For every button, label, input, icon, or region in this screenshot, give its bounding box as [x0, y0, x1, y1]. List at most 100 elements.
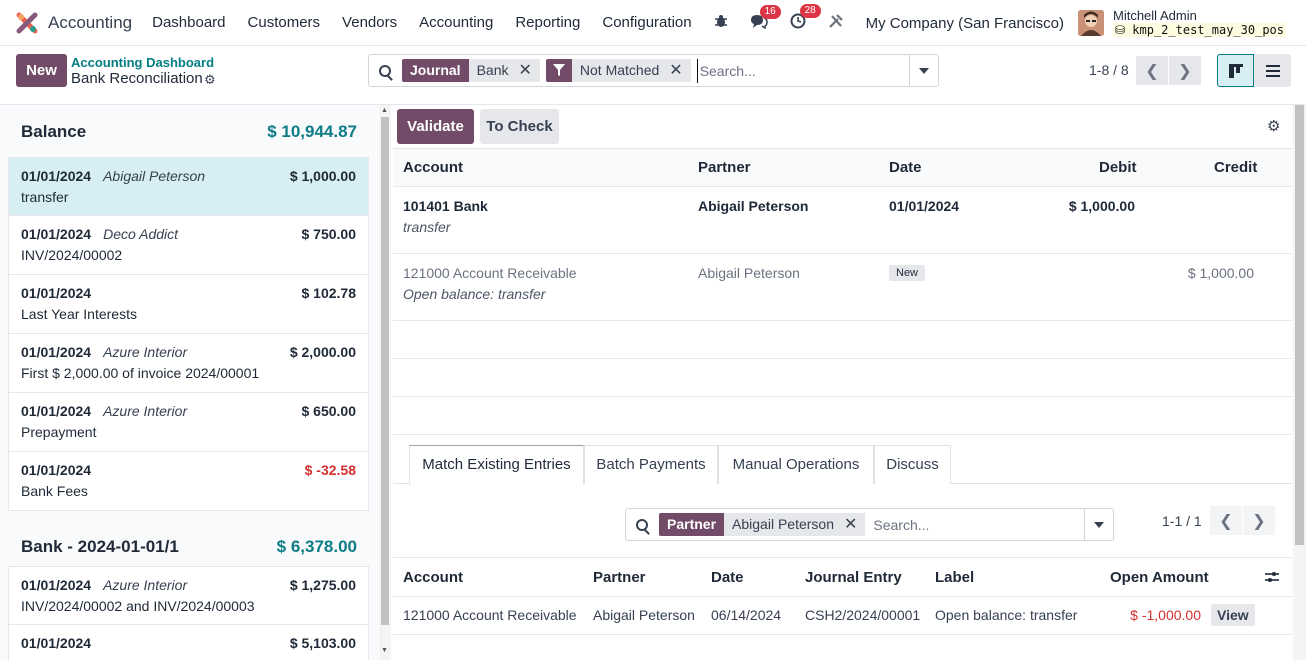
kanban-icon: [1228, 63, 1243, 78]
line-date: 01/01/2024: [21, 226, 92, 242]
statement-line[interactable]: 01/01/2024 Azure Interior $ 2,000.00 First…: [8, 334, 369, 393]
match-table-row[interactable]: 121000 Account Receivable Abigail Peters…: [393, 597, 1292, 635]
view-button[interactable]: View: [1211, 604, 1255, 626]
statement-line[interactable]: 01/01/2024 Azure Interior $ 1,275.00 INV/2…: [8, 566, 369, 625]
facet-value: Bank ✕: [468, 59, 540, 82]
top-navbar: Accounting Dashboard Customers Vendors A…: [0, 0, 1306, 46]
line-date: 01/01/2024: [21, 344, 92, 360]
search-bar: Journal Bank ✕ Not Matched ✕: [368, 54, 939, 87]
database-label: kmp_2_test_may_30_pos: [1132, 23, 1284, 37]
line-partner: Azure Interior: [103, 403, 188, 419]
search-icon: [379, 64, 391, 77]
activity-clock-icon[interactable]: 28: [790, 4, 821, 33]
search-facet-partner: Partner Abigail Peterson ✕: [659, 513, 866, 536]
row-label: Open balance: transfer: [935, 607, 1078, 623]
statement-line[interactable]: 01/01/2024 Abigail Peterson $ 1,000.00 tra…: [8, 157, 369, 216]
line-partner: Azure Interior: [103, 344, 188, 360]
user-avatar[interactable]: [1078, 10, 1104, 36]
left-scrollbar-thumb[interactable]: [381, 117, 389, 625]
validate-button[interactable]: Validate: [397, 109, 474, 144]
line-label: Prepayment: [21, 424, 97, 440]
to-check-button[interactable]: To Check: [480, 109, 559, 144]
facet-value: Not Matched ✕: [571, 59, 691, 82]
line-subtext: Open balance: transfer: [403, 286, 546, 302]
statement-line[interactable]: 01/01/2024 Azure Interior $ 650.00 Prepaym…: [8, 393, 369, 452]
line-partner: Abigail Peterson: [103, 168, 206, 184]
column-account: Account: [403, 159, 463, 176]
right-scrollbar-thumb[interactable]: [1295, 105, 1304, 545]
reconcile-line[interactable]: 121000 Account Receivable Open balance: …: [393, 254, 1292, 321]
menu-vendors[interactable]: Vendors: [342, 14, 397, 31]
menu-dashboard[interactable]: Dashboard: [152, 14, 225, 31]
match-search-options-toggle[interactable]: [1084, 509, 1113, 540]
tab-discuss[interactable]: Discuss: [874, 445, 951, 484]
menu-reporting[interactable]: Reporting: [515, 14, 580, 31]
match-search-input[interactable]: [871, 512, 1084, 537]
chevron-down-icon: [919, 67, 929, 74]
settings-gear-icon[interactable]: ⚙: [1267, 117, 1280, 135]
messages-icon[interactable]: 16: [750, 4, 781, 33]
column-partner: Partner: [593, 569, 646, 586]
action-gear-icon[interactable]: ⚙: [204, 72, 216, 88]
statement-line[interactable]: 01/01/2024 Deco Addict $ 750.00 INV/2024/0…: [8, 216, 369, 275]
reconciliation-panel: Validate To Check ⚙ Account Partner Date…: [393, 105, 1292, 660]
match-pager-value[interactable]: 1-1 / 1: [1162, 513, 1202, 529]
statement-line[interactable]: 01/01/2024 $ 5,103.00: [8, 625, 369, 660]
column-open-amount: Open Amount: [1110, 569, 1209, 586]
section-title: Bank - 2024-01-01/1: [21, 537, 179, 556]
facet-value-label: Bank: [476, 62, 509, 78]
tools-icon[interactable]: [828, 13, 844, 33]
search-options-toggle[interactable]: [909, 55, 938, 86]
line-date: 01/01/2024: [889, 198, 960, 214]
row-partner: Abigail Peterson: [593, 607, 695, 623]
app-brand[interactable]: Accounting: [16, 12, 152, 34]
facet-key: Partner: [659, 513, 725, 536]
menu-configuration[interactable]: Configuration: [602, 14, 691, 31]
reconcile-line[interactable]: 101401 Bank transfer Abigail Peterson 01…: [393, 187, 1292, 254]
column-journal-entry: Journal Entry: [805, 569, 902, 586]
row-date: 06/14/2024: [711, 607, 782, 623]
pager-next-button[interactable]: ❯: [1169, 56, 1201, 85]
user-name: Mitchell Admin: [1113, 8, 1197, 23]
line-label: INV/2024/00002 and INV/2024/00003: [21, 598, 255, 614]
column-account: Account: [403, 569, 463, 586]
menu-customers[interactable]: Customers: [248, 14, 321, 31]
line-partner: Abigail Peterson: [698, 265, 800, 281]
right-scrollbar[interactable]: [1293, 105, 1306, 660]
pager-value[interactable]: 1-8 / 8: [1089, 62, 1129, 78]
company-switcher[interactable]: My Company (San Francisco): [866, 15, 1064, 32]
app-title: Accounting: [48, 12, 133, 32]
search-input[interactable]: [696, 58, 909, 83]
statement-line[interactable]: 01/01/2024 $ -32.58 Bank Fees: [8, 452, 369, 511]
breadcrumb-parent[interactable]: Accounting Dashboard: [71, 55, 214, 70]
row-account: 121000 Account Receivable: [403, 607, 577, 623]
line-label: INV/2024/00002: [21, 247, 123, 263]
match-pager-next-button[interactable]: ❯: [1243, 506, 1275, 535]
remove-facet-icon[interactable]: ✕: [519, 59, 532, 82]
line-partner: Abigail Peterson: [698, 198, 809, 214]
debug-bug-icon[interactable]: [714, 14, 728, 32]
section-header: Balance $ 10,944.87: [8, 117, 369, 147]
kanban-view-button[interactable]: [1217, 54, 1254, 87]
statement-line[interactable]: 01/01/2024 $ 102.78 Last Year Interests: [8, 275, 369, 334]
remove-facet-icon[interactable]: ✕: [844, 513, 857, 536]
column-settings-icon[interactable]: [1265, 570, 1279, 588]
empty-row: [393, 321, 1292, 359]
match-pager-previous-button[interactable]: ❮: [1210, 506, 1242, 535]
list-view-button[interactable]: [1254, 54, 1291, 87]
accounting-app-icon: [16, 12, 38, 34]
remove-facet-icon[interactable]: ✕: [669, 59, 682, 82]
tab-batch-payments[interactable]: Batch Payments: [584, 445, 718, 484]
facet-key: Journal: [402, 59, 469, 82]
line-date: 01/01/2024: [21, 285, 92, 301]
control-panel: New Accounting Dashboard Bank Reconcilia…: [0, 46, 1306, 105]
user-menu[interactable]: Mitchell Admin ⛁ kmp_2_test_may_30_pos: [1113, 9, 1286, 37]
tab-manual-operations[interactable]: Manual Operations: [718, 445, 874, 484]
new-button[interactable]: New: [16, 54, 67, 87]
left-scrollbar[interactable]: ▲ ▼: [379, 105, 391, 660]
tab-match-existing-entries[interactable]: Match Existing Entries: [409, 445, 584, 485]
pager-previous-button[interactable]: ❮: [1136, 56, 1168, 85]
menu-accounting[interactable]: Accounting: [419, 14, 493, 31]
facet-value: Abigail Peterson ✕: [724, 513, 866, 536]
facet-value-label: Not Matched: [579, 62, 660, 78]
